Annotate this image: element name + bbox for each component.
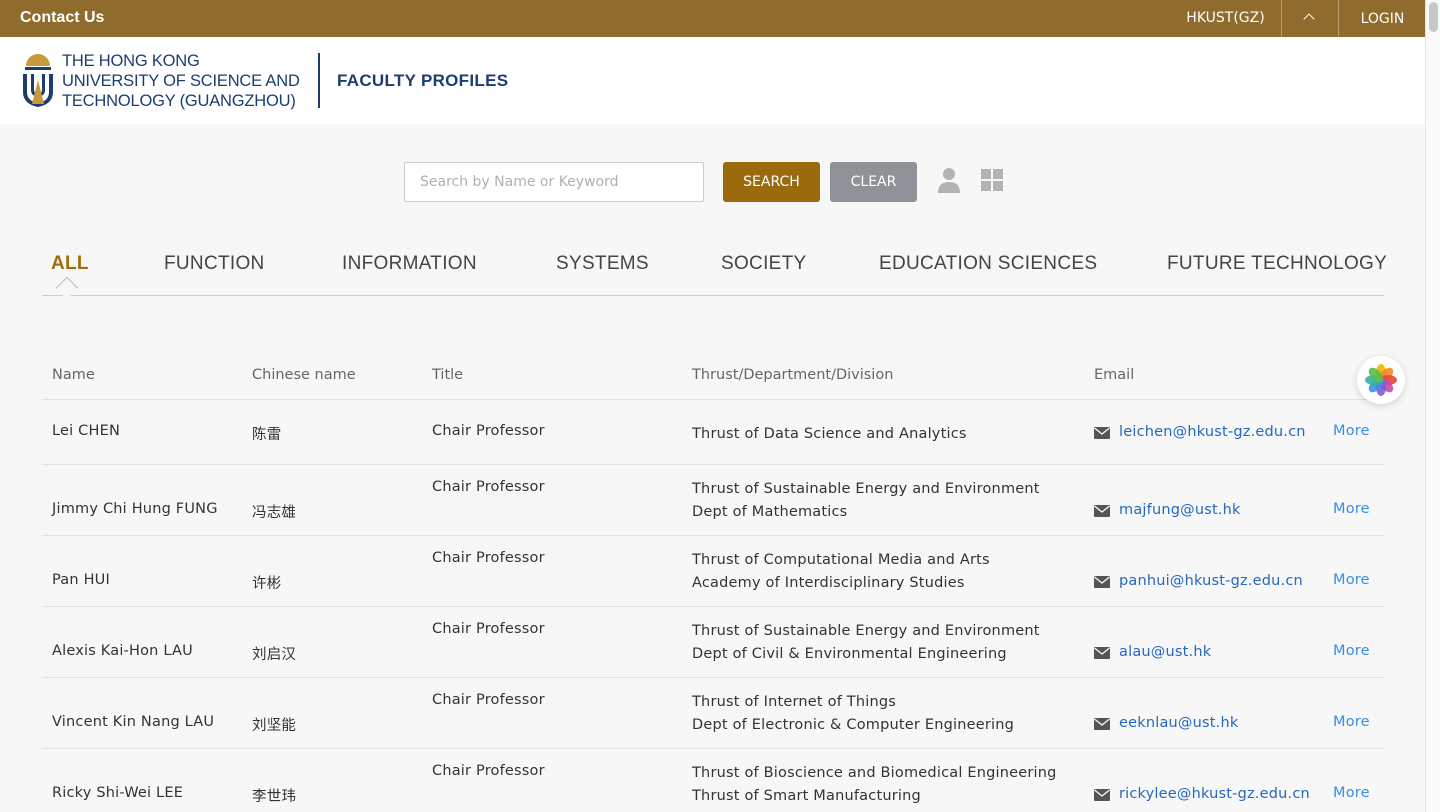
more-link[interactable]: More xyxy=(1333,785,1370,801)
faculty-title: Chair Professor xyxy=(432,763,545,779)
faculty-chinese-name: 刘启汉 xyxy=(252,647,297,663)
department-line: Dept of Mathematics xyxy=(692,504,848,520)
more-link[interactable]: More xyxy=(1333,714,1370,730)
mail-icon xyxy=(1094,576,1110,588)
floating-assistant-button[interactable] xyxy=(1357,356,1405,404)
faculty-chinese-name: 许彬 xyxy=(252,576,282,592)
university-name[interactable]: THE HONG KONG UNIVERSITY OF SCIENCE AND … xyxy=(62,51,300,111)
table-row[interactable]: Lei CHEN 陈雷 Chair Professor Thrust of Data … xyxy=(42,400,1384,465)
faculty-email-link[interactable]: leichen@hkust-gz.edu.cn xyxy=(1119,424,1306,440)
tab-function[interactable]: FUNCTION xyxy=(164,253,265,275)
faculty-title: Chair Professor xyxy=(432,423,545,439)
faculty-chinese-name: 刘坚能 xyxy=(252,718,297,734)
mail-icon xyxy=(1094,505,1110,517)
mail-icon xyxy=(1094,789,1110,801)
faculty-department: Thrust of Sustainable Energy and Environ… xyxy=(692,620,1040,666)
faculty-title: Chair Professor xyxy=(432,550,545,566)
campus-switcher[interactable]: HKUST(GZ) xyxy=(1170,0,1282,37)
faculty-name: Lei CHEN xyxy=(52,423,121,439)
top-bar: Contact Us HKUST(GZ) LOGIN xyxy=(0,0,1425,37)
faculty-name: Vincent Kin Nang LAU xyxy=(52,714,215,730)
department-line: Thrust of Sustainable Energy and Environ… xyxy=(692,623,1040,639)
faculty-email-link[interactable]: eeknlau@ust.hk xyxy=(1119,715,1238,731)
department-line: Dept of Civil & Environmental Engineerin… xyxy=(692,646,1007,662)
grid-icon[interactable] xyxy=(981,169,1003,191)
faculty-email-link[interactable]: alau@ust.hk xyxy=(1119,644,1211,660)
department-line: Academy of Interdisciplinary Studies xyxy=(692,575,965,591)
table-row[interactable]: Pan HUI 许彬 Chair Professor Thrust of Comput… xyxy=(42,536,1384,607)
faculty-department: Thrust of Bioscience and Biomedical Engi… xyxy=(692,762,1057,808)
department-line: Thrust of Computational Media and Arts xyxy=(692,552,990,568)
department-line: Thrust of Data Science and Analytics xyxy=(692,426,967,442)
logo-line-2: UNIVERSITY OF SCIENCE AND xyxy=(62,72,300,90)
column-header-title[interactable]: Title xyxy=(432,367,463,383)
faculty-department: Thrust of Internet of Things Dept of Elec… xyxy=(692,691,1014,737)
faculty-name: Ricky Shi-Wei LEE xyxy=(52,785,184,801)
faculty-chinese-name: 李世玮 xyxy=(252,789,297,805)
more-link[interactable]: More xyxy=(1333,572,1370,588)
scrollbar[interactable] xyxy=(1425,0,1440,812)
flower-icon xyxy=(1365,364,1397,396)
department-line: Thrust of Internet of Things xyxy=(692,694,897,710)
table-row[interactable]: Jimmy Chi Hung FUNG 冯志雄 Chair Professor Thr… xyxy=(42,465,1384,536)
university-logo-icon[interactable] xyxy=(20,52,56,108)
column-header-email[interactable]: Email xyxy=(1094,367,1134,383)
tab-future-technology[interactable]: FUTURE TECHNOLOGY xyxy=(1167,253,1387,275)
mail-icon xyxy=(1094,647,1110,659)
faculty-email-link[interactable]: majfung@ust.hk xyxy=(1119,502,1241,518)
collapse-button[interactable] xyxy=(1283,0,1339,37)
tab-all[interactable]: ALL xyxy=(51,253,89,275)
tab-information[interactable]: INFORMATION xyxy=(342,253,477,275)
table-row[interactable]: Vincent Kin Nang LAU 刘坚能 Chair Professor Th… xyxy=(42,678,1384,749)
mail-icon xyxy=(1094,718,1110,730)
department-line: Thrust of Bioscience and Biomedical Engi… xyxy=(692,765,1057,781)
login-button[interactable]: LOGIN xyxy=(1340,0,1425,37)
faculty-name: Pan HUI xyxy=(52,572,110,588)
faculty-email-link[interactable]: rickylee@hkust-gz.edu.cn xyxy=(1119,786,1310,802)
clear-button[interactable]: CLEAR xyxy=(830,162,917,202)
faculty-title: Chair Professor xyxy=(432,479,545,495)
column-header-chinese-name[interactable]: Chinese name xyxy=(252,367,356,383)
column-header-name[interactable]: Name xyxy=(52,367,95,383)
scrollbar-thumb[interactable] xyxy=(1429,2,1438,32)
table-row[interactable]: Alexis Kai-Hon LAU 刘启汉 Chair Professor Thru… xyxy=(42,607,1384,678)
search-input[interactable] xyxy=(404,162,704,202)
chevron-up-icon xyxy=(1303,13,1315,25)
header-divider xyxy=(318,53,320,108)
faculty-chinese-name: 陈雷 xyxy=(252,427,282,443)
active-tab-indicator xyxy=(55,276,79,300)
mail-icon xyxy=(1094,427,1110,439)
contact-us-link[interactable]: Contact Us xyxy=(20,9,104,27)
more-link[interactable]: More xyxy=(1333,423,1370,439)
logo-line-1: THE HONG KONG xyxy=(62,52,200,70)
more-link[interactable]: More xyxy=(1333,643,1370,659)
search-button[interactable]: SEARCH xyxy=(723,162,820,202)
table-row[interactable]: Ricky Shi-Wei LEE 李世玮 Chair Professor Thrus… xyxy=(42,749,1384,812)
person-icon[interactable] xyxy=(937,167,961,193)
tab-society[interactable]: SOCIETY xyxy=(721,253,807,275)
department-line: Dept of Electronic & Computer Engineerin… xyxy=(692,717,1015,733)
table-header: Name Chinese name Title Thrust/Departmen… xyxy=(42,355,1384,400)
faculty-chinese-name: 冯志雄 xyxy=(252,505,297,521)
department-line: Thrust of Sustainable Energy and Environ… xyxy=(692,481,1040,497)
faculty-email-link[interactable]: panhui@hkust-gz.edu.cn xyxy=(1119,573,1303,589)
site-header: THE HONG KONG UNIVERSITY OF SCIENCE AND … xyxy=(0,37,1425,124)
faculty-name: Alexis Kai-Hon LAU xyxy=(52,643,193,659)
faculty-department: Thrust of Data Science and Analytics xyxy=(692,423,967,446)
faculty-name: Jimmy Chi Hung FUNG xyxy=(52,501,218,517)
logo-line-3: TECHNOLOGY (GUANGZHOU) xyxy=(62,92,296,110)
faculty-department: Thrust of Computational Media and Arts Ac… xyxy=(692,549,990,595)
faculty-title: Chair Professor xyxy=(432,692,545,708)
tab-education-sciences[interactable]: EDUCATION SCIENCES xyxy=(879,253,1097,275)
faculty-title: Chair Professor xyxy=(432,621,545,637)
faculty-department: Thrust of Sustainable Energy and Environ… xyxy=(692,478,1040,524)
category-tabs: ALL FUNCTION INFORMATION SYSTEMS SOCIETY… xyxy=(42,246,1387,300)
more-link[interactable]: More xyxy=(1333,501,1370,517)
department-line: Thrust of Smart Manufacturing xyxy=(692,788,921,804)
tab-systems[interactable]: SYSTEMS xyxy=(556,253,649,275)
page-title[interactable]: FACULTY PROFILES xyxy=(337,71,508,91)
column-header-department[interactable]: Thrust/Department/Division xyxy=(692,367,893,383)
